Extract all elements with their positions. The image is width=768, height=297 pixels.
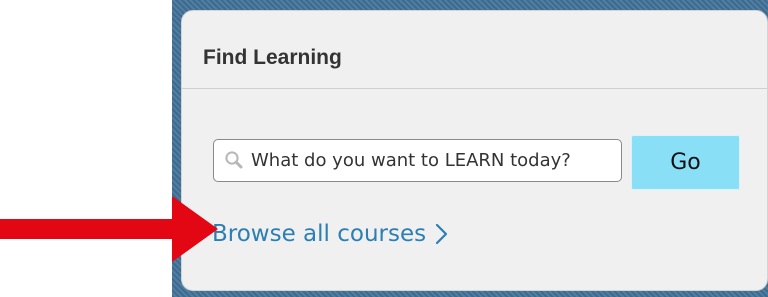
find-learning-panel: Find Learning Go Browse all courses	[181, 10, 768, 291]
course-search-box[interactable]	[213, 139, 622, 182]
panel-title: Find Learning	[203, 46, 342, 69]
chevron-right-icon	[436, 223, 448, 245]
search-icon	[225, 151, 243, 169]
browse-all-courses-label: Browse all courses	[212, 221, 427, 247]
go-button[interactable]: Go	[631, 135, 740, 190]
screenshot-stage: Find Learning Go Browse all courses	[0, 0, 768, 297]
search-input[interactable]	[251, 140, 617, 181]
browse-all-courses-link[interactable]: Browse all courses	[212, 218, 449, 250]
right-arrow-icon	[0, 196, 218, 262]
panel-header: Find Learning	[182, 11, 767, 89]
